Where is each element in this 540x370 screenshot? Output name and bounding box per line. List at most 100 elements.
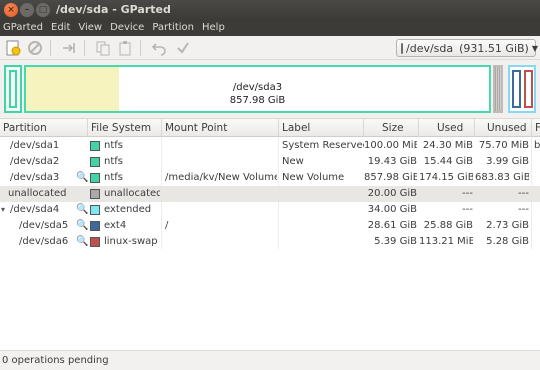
key-icon: 🔍 — [76, 172, 89, 183]
delete-icon[interactable] — [26, 39, 44, 57]
partition-used: 24.30 MiB — [422, 140, 473, 151]
column-unused[interactable]: Unused — [475, 119, 532, 137]
copy-icon[interactable] — [94, 39, 112, 57]
disk-segment-sda6[interactable] — [524, 70, 533, 108]
column-flags[interactable]: F — [532, 119, 540, 137]
filesystem-color-swatch — [90, 221, 100, 231]
title-bar: × – □ /dev/sda - GParted — [0, 0, 540, 20]
menu-device[interactable]: Device — [107, 20, 149, 36]
menu-partition[interactable]: Partition — [149, 20, 199, 36]
gparted-window: × – □ /dev/sda - GParted GParted Edit Vi… — [0, 0, 540, 370]
filesystem-color-swatch — [90, 205, 100, 215]
menu-bar: GParted Edit View Device Partition Help — [0, 20, 540, 36]
column-used[interactable]: Used — [419, 119, 475, 137]
partition-unused: --- — [518, 188, 529, 199]
disk-segment-sda5[interactable] — [512, 70, 521, 108]
key-icon: 🔍 — [76, 220, 89, 231]
segment-label-size: 857.98 GiB — [229, 95, 286, 106]
mount-point: / — [165, 220, 169, 231]
column-size[interactable]: Size — [364, 119, 419, 137]
partition-flags — [534, 154, 540, 170]
paste-icon[interactable] — [116, 39, 134, 57]
partition-unused: 3.99 GiB — [486, 156, 529, 167]
column-file-system[interactable]: File System — [88, 119, 162, 137]
filesystem-name: ntfs — [104, 156, 123, 167]
apply-icon[interactable] — [174, 39, 192, 57]
disk-segment-extended[interactable] — [508, 65, 536, 113]
column-label[interactable]: Label — [279, 119, 364, 137]
table-row[interactable]: /dev/sda6 🔍 linux-swap 5.39 GiB 113.21 MiB 5.… — [0, 234, 540, 250]
mount-point — [165, 186, 277, 202]
device-name: /dev/sda — [406, 41, 454, 55]
menu-edit[interactable]: Edit — [48, 20, 75, 36]
key-icon: 🔍 — [76, 204, 89, 215]
close-button[interactable]: × — [4, 3, 18, 17]
table-row[interactable]: unallocated unallocated 20.00 GiB --- --- — [0, 186, 540, 202]
filesystem-name: ntfs — [104, 172, 123, 183]
mount-point — [165, 154, 277, 170]
partition-label: New Volume — [282, 172, 345, 183]
key-icon: 🔍 — [76, 236, 89, 247]
partition-used: 15.44 GiB — [423, 156, 473, 167]
partition-flags — [534, 202, 540, 218]
table-row[interactable]: /dev/sda5 🔍 ext4/28.61 GiB 25.88 GiB 2.73 Gi… — [0, 218, 540, 234]
table-header: Partition File System Mount Point Label … — [0, 119, 540, 137]
partition-size: 34.00 GiB — [367, 204, 417, 215]
partition-used: --- — [462, 204, 473, 215]
partition-used: 25.88 GiB — [423, 220, 473, 231]
column-partition[interactable]: Partition — [0, 119, 88, 137]
expander-icon[interactable]: ▾ — [1, 202, 5, 218]
filesystem-name: ext4 — [104, 220, 127, 231]
mount-point — [165, 234, 277, 250]
partition-size: 5.39 GiB — [374, 236, 417, 247]
partition-used: --- — [462, 188, 473, 199]
disk-segment-unallocated[interactable] — [493, 65, 503, 113]
disk-map: /dev/sda3 857.98 GiB — [0, 60, 540, 117]
table-row[interactable]: /dev/sda1 ntfs System Reserved 100.00 MiB 24… — [0, 138, 540, 154]
mount-point — [165, 138, 277, 154]
new-partition-icon[interactable] — [4, 39, 22, 57]
disk-segment-sda1[interactable] — [4, 65, 22, 113]
partition-flags: b — [534, 140, 540, 151]
partition-size: 20.00 GiB — [367, 188, 417, 199]
resize-move-icon[interactable] — [60, 39, 78, 57]
filesystem-name: unallocated — [104, 188, 160, 199]
partition-unused: 683.83 GiB — [475, 172, 529, 183]
filesystem-name: linux-swap — [104, 236, 158, 247]
menu-gparted[interactable]: GParted — [0, 20, 48, 36]
minimize-button[interactable]: – — [20, 3, 34, 17]
partition-name: unallocated — [8, 188, 67, 199]
table-row[interactable]: /dev/sda3 🔍 ntfs/media/kv/New Volume New Vo… — [0, 170, 540, 186]
menu-view[interactable]: View — [75, 20, 107, 36]
partition-size: 28.61 GiB — [367, 220, 417, 231]
undo-icon[interactable] — [150, 39, 168, 57]
hard-disk-icon — [401, 42, 403, 54]
partition-flags — [534, 170, 540, 186]
toolbar-separator — [140, 40, 141, 56]
partition-label: New — [282, 156, 304, 167]
partition-unused: 75.70 MiB — [478, 140, 529, 151]
partition-label: System Reserved — [282, 140, 364, 151]
partition-flags — [534, 186, 540, 202]
partition-size: 857.98 GiB — [364, 172, 417, 183]
partition-size: 100.00 MiB — [364, 140, 417, 151]
maximize-button[interactable]: □ — [36, 3, 50, 17]
partition-label — [282, 234, 364, 250]
filesystem-color-swatch — [90, 141, 100, 151]
device-size: (931.51 GiB) — [459, 41, 529, 55]
disk-segment-sda3[interactable]: /dev/sda3 857.98 GiB — [24, 65, 491, 113]
filesystem-color-swatch — [90, 173, 100, 183]
partition-table: Partition File System Mount Point Label … — [0, 118, 540, 350]
filesystem-color-swatch — [90, 157, 100, 167]
table-row[interactable]: ▾/dev/sda4 🔍 extended 34.00 GiB --- --- — [0, 202, 540, 218]
partition-name: /dev/sda2 — [10, 156, 60, 167]
partition-name: /dev/sda1 — [10, 140, 60, 151]
partition-unused: 2.73 GiB — [486, 220, 529, 231]
column-mount-point[interactable]: Mount Point — [162, 119, 279, 137]
table-row[interactable]: /dev/sda2 ntfs New 19.43 GiB 15.44 GiB 3.99 G… — [0, 154, 540, 170]
device-selector[interactable]: /dev/sda (931.51 GiB) ▼ — [396, 39, 538, 57]
menu-help[interactable]: Help — [199, 20, 230, 36]
toolbar-separator — [50, 40, 51, 56]
mount-point — [165, 202, 277, 218]
toolbar-separator — [84, 40, 85, 56]
